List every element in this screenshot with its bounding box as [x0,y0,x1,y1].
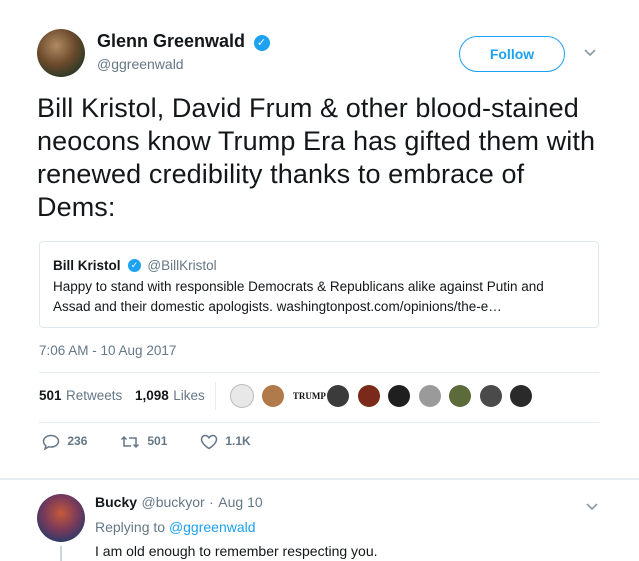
quoted-tweet-card[interactable]: Bill Kristol ✓ @BillKristol Happy to sta… [39,241,599,328]
like-icon[interactable] [200,434,221,450]
likes-stat[interactable]: 1,098 Likes [135,387,205,405]
divider [39,372,599,373]
liker-avatar[interactable] [262,385,285,407]
follow-button[interactable]: Follow [459,36,565,72]
liker-avatar[interactable] [479,385,502,407]
author-handle[interactable]: @ggreenwald [97,56,184,72]
verified-badge-icon: ✓ [127,259,141,273]
liker-avatar[interactable] [388,385,411,407]
likers-avatars: TRUMP [230,384,536,408]
thread-line [60,546,62,561]
retweet-count: 501 [147,434,168,449]
liker-avatar[interactable] [510,385,533,407]
reply-separator: · [209,494,214,510]
retweets-count: 501 [39,388,62,403]
quoted-text-line: Happy to stand with responsible Democrat… [53,279,544,294]
liker-avatar[interactable] [418,385,441,407]
like-action[interactable]: 1.1K [200,434,251,450]
like-count: 1.1K [225,434,251,449]
replying-to-link[interactable]: @ggreenwald [169,519,256,535]
retweet-action[interactable]: 501 [120,434,167,450]
tweet-text: Bill Kristol, David Frum & other blood-s… [37,93,596,222]
replying-to-line: Replying to @ggreenwald [95,519,256,535]
reply-author-avatar[interactable] [37,494,85,542]
author-name-row[interactable]: Glenn Greenwald ✓ [97,31,270,52]
quoted-author-row: Bill Kristol ✓ @BillKristol [53,257,217,275]
replying-to-prefix: Replying to [95,519,166,535]
reply-author-name[interactable]: Bucky [95,494,137,510]
quoted-author-name: Bill Kristol [53,258,121,273]
reply-header: Bucky @buckyor · Aug 10 [95,494,263,512]
liker-avatar[interactable] [230,384,254,408]
quoted-text-line: Assad and their domestic apologists. was… [53,299,502,314]
chevron-down-icon[interactable] [586,498,598,514]
retweets-stat[interactable]: 501 Retweets [39,387,122,405]
retweets-label: Retweets [65,388,123,403]
chevron-down-icon[interactable] [584,44,596,60]
reply-text: I am old enough to remember respecting y… [95,543,378,559]
section-divider [0,478,639,480]
reply-author-handle[interactable]: @buckyor [141,494,204,510]
stats-separator [215,382,216,410]
liker-avatar[interactable] [327,385,350,407]
quoted-author-handle: @BillKristol [147,258,217,273]
reply-action[interactable]: 236 [42,434,88,451]
liker-avatar[interactable] [449,385,472,407]
liker-avatar[interactable] [357,385,380,407]
divider [39,422,599,423]
tweet-timestamp[interactable]: 7:06 AM - 10 Aug 2017 [39,343,176,358]
retweet-icon[interactable] [120,434,143,449]
verified-badge-icon: ✓ [253,34,270,51]
author-avatar[interactable] [37,29,85,77]
author-name[interactable]: Glenn Greenwald [97,31,245,51]
reply-count: 236 [67,434,88,449]
reply-date[interactable]: Aug 10 [218,494,262,510]
liker-avatar-trump[interactable]: TRUMP [292,385,326,407]
likes-label: Likes [173,388,205,403]
reply-icon[interactable] [42,434,63,451]
likes-count: 1,098 [135,388,169,403]
quoted-tweet-text: Happy to stand with responsible Democrat… [53,277,593,317]
